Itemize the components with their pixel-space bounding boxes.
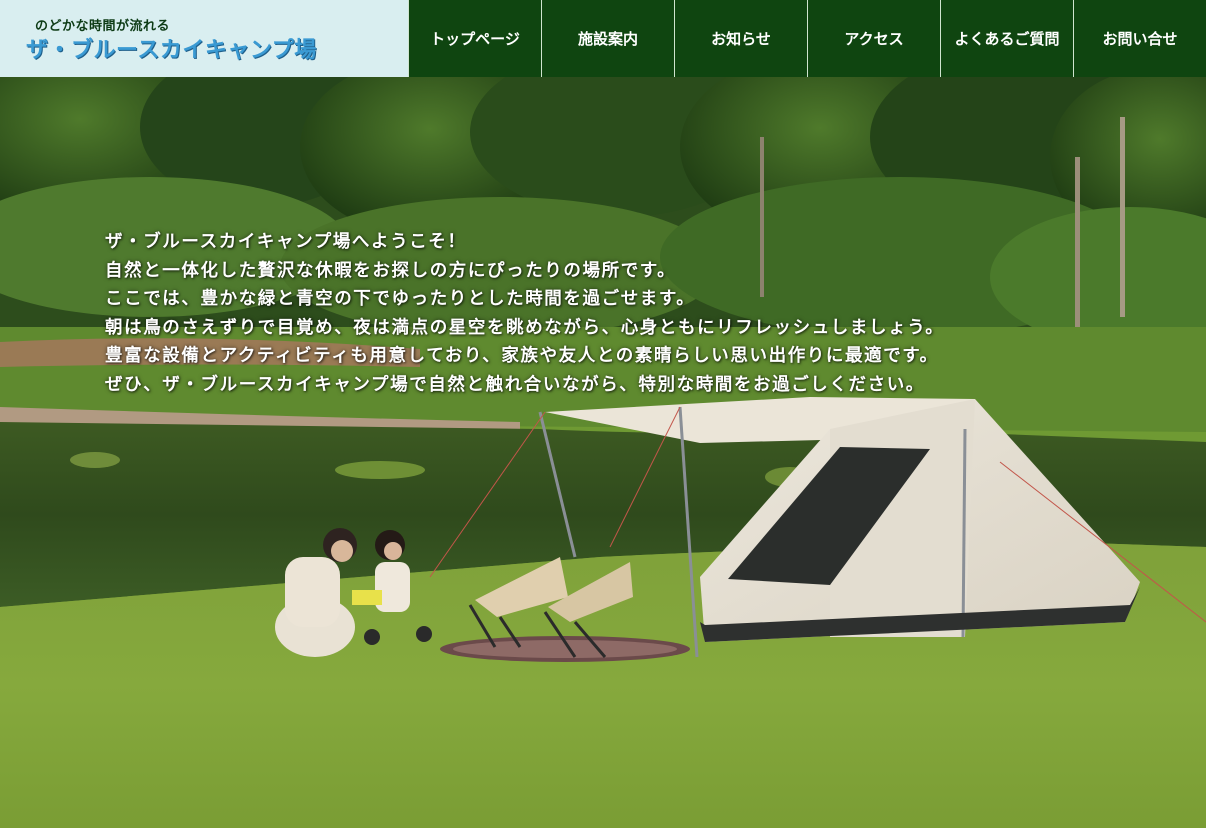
nav-item-top[interactable]: トップページ [408, 0, 541, 77]
hero-line: ザ・ブルースカイキャンプ場へようこそ！ [105, 232, 467, 252]
hero-section: ザ・ブルースカイキャンプ場へようこそ！ 自然と一体化した贅沢な休暇をお探しの方に… [0, 77, 1206, 828]
site-header: のどかな時間が流れる ザ・ブルースカイキャンプ場 トップページ 施設案内 お知ら… [0, 0, 1206, 77]
hero-line: 自然と一体化した贅沢な休暇をお探しの方にぴったりの場所です。 [105, 260, 677, 281]
nav-item-news[interactable]: お知らせ [674, 0, 807, 77]
hero-welcome-message: ザ・ブルースカイキャンプ場へようこそ！ 自然と一体化した贅沢な休暇をお探しの方に… [105, 228, 944, 399]
nav-item-access[interactable]: アクセス [807, 0, 940, 77]
site-name[interactable]: ザ・ブルースカイキャンプ場 [26, 32, 317, 64]
hero-photo [0, 77, 1206, 828]
hero-line: 豊富な設備とアクティビティも用意しており、家族や友人との素晴らしい思い出作りに最… [105, 346, 939, 366]
nav-item-facilities[interactable]: 施設案内 [541, 0, 674, 77]
site-logo[interactable]: のどかな時間が流れる ザ・ブルースカイキャンプ場 [0, 0, 408, 77]
hero-line: 朝は鳥のさえずりで目覚め、夜は満点の星空を眺めながら、心身ともにリフレッシュしま… [105, 317, 945, 338]
hero-line: ここでは、豊かな緑と青空の下でゆったりとした時間を過ごせます。 [105, 289, 696, 309]
hero-line: ぜひ、ザ・ブルースカイキャンプ場で自然と触れ合いながら、特別な時間をお過ごしくだ… [105, 374, 925, 395]
nav-item-contact[interactable]: お問い合せ [1073, 0, 1206, 77]
global-nav: トップページ 施設案内 お知らせ アクセス よくあるご質問 お問い合せ [408, 0, 1206, 77]
nav-item-faq[interactable]: よくあるご質問 [940, 0, 1073, 77]
